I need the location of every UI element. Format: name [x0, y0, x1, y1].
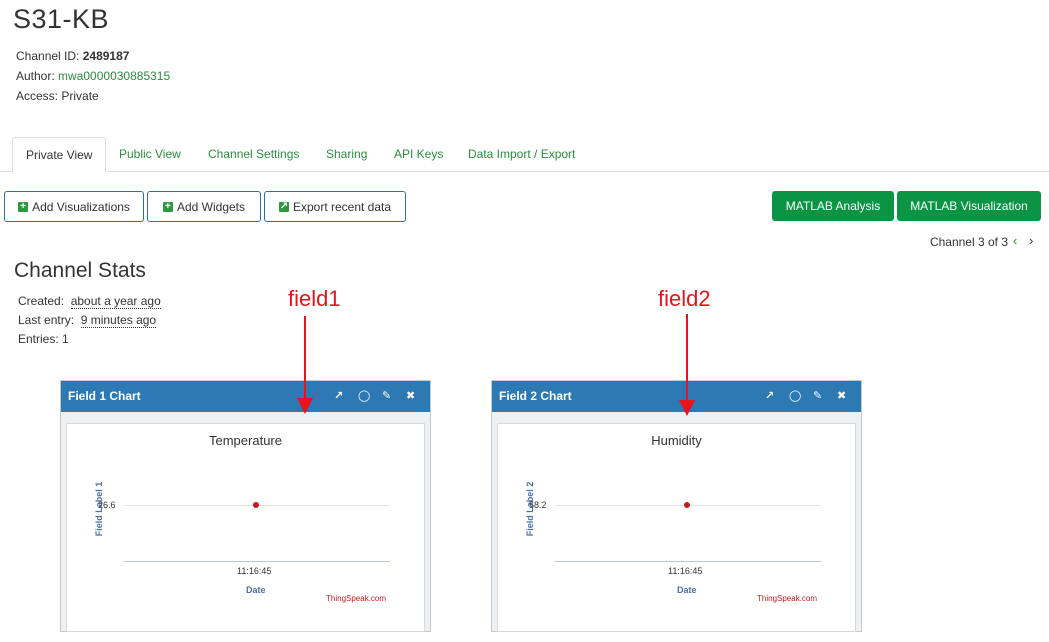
arrow-field2	[679, 314, 695, 416]
annotation-arrows	[297, 314, 695, 416]
arrow-field1	[297, 316, 313, 414]
